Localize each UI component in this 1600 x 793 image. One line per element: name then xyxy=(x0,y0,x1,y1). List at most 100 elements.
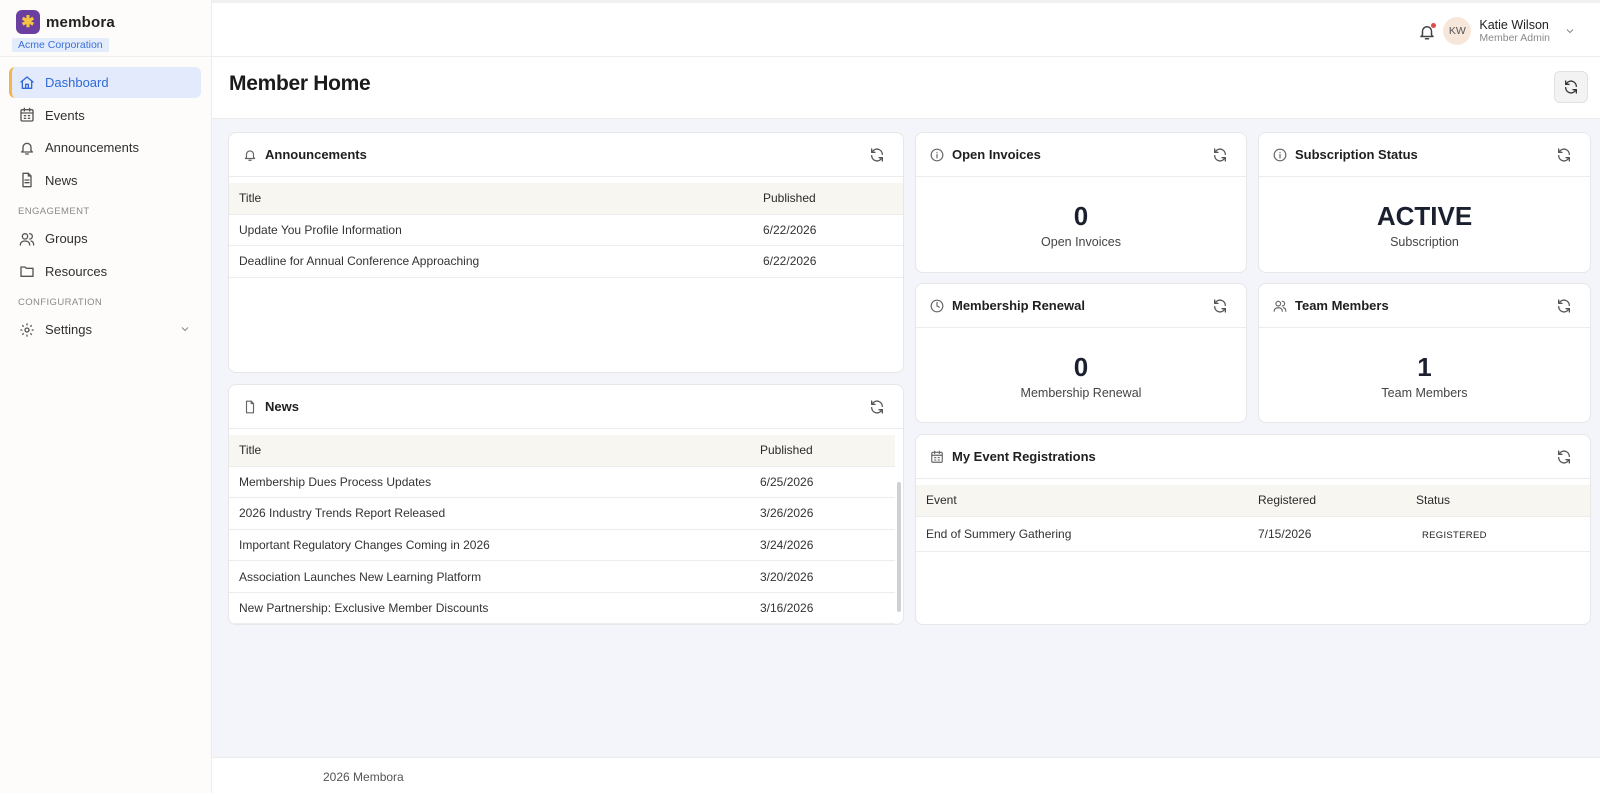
calendar-icon xyxy=(20,107,34,122)
table-row[interactable]: Update You Profile Information 6/22/2026 xyxy=(229,214,903,247)
sidebar-item-label: News xyxy=(45,172,78,188)
refresh-icon[interactable] xyxy=(1212,298,1228,314)
news-title[interactable]: Association Launches New Learning Platfo… xyxy=(229,560,750,593)
sidebar-item-resources[interactable]: Resources xyxy=(9,256,201,287)
card-header: My Event Registrations xyxy=(916,435,1590,479)
sidebar-item-events[interactable]: Events xyxy=(9,100,201,131)
user-menu[interactable]: KW Katie Wilson Member Admin xyxy=(1443,17,1576,45)
refresh-icon[interactable] xyxy=(1556,147,1572,163)
sidebar-item-settings[interactable]: Settings xyxy=(9,314,201,345)
column-header-event[interactable]: Event xyxy=(916,485,1248,517)
stat-label: Team Members xyxy=(1381,386,1468,400)
brand-logo-link[interactable]: ✱ membora xyxy=(12,10,199,34)
refresh-icon[interactable] xyxy=(869,147,885,163)
card-header: News xyxy=(229,385,903,429)
column-header-published[interactable]: Published xyxy=(750,435,895,467)
document-icon xyxy=(245,400,255,413)
event-name[interactable]: End of Summery Gathering xyxy=(916,516,1248,552)
card-title: Open Invoices xyxy=(952,147,1041,162)
announcement-title[interactable]: Deadline for Annual Conference Approachi… xyxy=(229,245,753,278)
news-table: Title Published Membership Dues Process … xyxy=(229,435,895,624)
table-row[interactable]: New Partnership: Exclusive Member Discou… xyxy=(229,592,895,624)
membership-renewal-card: Membership Renewal 0 Membership Renewal xyxy=(915,283,1247,423)
news-date: 3/26/2026 xyxy=(750,497,895,530)
column-header-title[interactable]: Title xyxy=(229,183,753,215)
calendar-icon xyxy=(931,450,943,463)
table-row[interactable]: Deadline for Annual Conference Approachi… xyxy=(229,245,903,278)
team-members-card: Team Members 1 Team Members xyxy=(1258,283,1591,423)
users-icon xyxy=(1273,300,1287,312)
refresh-all-button[interactable] xyxy=(1554,71,1588,103)
sidebar: ✱ membora Acme Corporation Dashboard Eve… xyxy=(0,0,212,793)
sidebar-item-dashboard[interactable]: Dashboard xyxy=(9,67,201,98)
column-header-title[interactable]: Title xyxy=(229,435,750,467)
news-title[interactable]: Important Regulatory Changes Coming in 2… xyxy=(229,529,750,562)
column-header-published[interactable]: Published xyxy=(753,183,903,215)
news-title[interactable]: New Partnership: Exclusive Member Discou… xyxy=(229,592,750,624)
sidebar-item-groups[interactable]: Groups xyxy=(9,223,201,254)
news-title[interactable]: Membership Dues Process Updates xyxy=(229,466,750,499)
stat-value: 0 xyxy=(1073,201,1089,231)
event-registrations-table: Event Registered Status End of Summery G… xyxy=(916,485,1590,552)
users-icon xyxy=(19,232,35,246)
refresh-icon[interactable] xyxy=(1556,298,1572,314)
card-title: Membership Renewal xyxy=(952,298,1085,313)
sidebar-item-label: Events xyxy=(45,107,85,123)
brand-name: membora xyxy=(46,13,115,31)
document-icon xyxy=(22,172,32,188)
folder-icon xyxy=(20,266,34,277)
column-header-status[interactable]: Status xyxy=(1406,485,1590,517)
announcement-date: 6/22/2026 xyxy=(753,245,903,278)
card-title: Announcements xyxy=(265,147,367,162)
bell-icon xyxy=(244,149,256,161)
news-date: 6/25/2026 xyxy=(750,466,895,499)
card-header: Membership Renewal xyxy=(916,284,1246,328)
announcement-title[interactable]: Update You Profile Information xyxy=(229,214,753,247)
table-row[interactable]: Membership Dues Process Updates 6/25/202… xyxy=(229,466,895,499)
card-header: Team Members xyxy=(1259,284,1590,328)
status-badge: REGISTERED xyxy=(1422,529,1487,541)
gear-icon xyxy=(20,322,34,337)
membora-logo-icon: ✱ xyxy=(16,10,40,34)
table-row[interactable]: Important Regulatory Changes Coming in 2… xyxy=(229,529,895,562)
card-title: My Event Registrations xyxy=(952,449,1096,464)
user-name: Katie Wilson xyxy=(1479,17,1549,32)
table-row[interactable]: Association Launches New Learning Platfo… xyxy=(229,560,895,593)
sidebar-item-label: Resources xyxy=(45,263,108,279)
card-title: Team Members xyxy=(1295,298,1389,313)
open-invoices-card: Open Invoices 0 Open Invoices xyxy=(915,132,1247,273)
card-header: Subscription Status xyxy=(1259,133,1590,177)
sidebar-item-label: Groups xyxy=(45,231,88,246)
news-card: News Title Published Membership Dues Pro… xyxy=(228,384,904,625)
sidebar-item-label: Settings xyxy=(45,322,92,337)
refresh-icon xyxy=(1565,80,1577,94)
card-title: Subscription Status xyxy=(1295,147,1418,162)
column-header-registered[interactable]: Registered xyxy=(1248,485,1406,517)
refresh-icon[interactable] xyxy=(1212,147,1228,163)
brand: ✱ membora Acme Corporation xyxy=(0,0,211,57)
user-role: Member Admin xyxy=(1479,31,1550,44)
table-row[interactable]: End of Summery Gathering 7/15/2026 REGIS… xyxy=(916,516,1590,552)
sidebar-item-news[interactable]: News xyxy=(9,165,201,196)
page-title: Member Home xyxy=(229,72,371,95)
stat-value: 1 xyxy=(1417,352,1432,382)
info-icon xyxy=(1273,148,1287,161)
subscription-status-card: Subscription Status ACTIVE Subscription xyxy=(1258,132,1591,273)
news-scrollbar[interactable] xyxy=(897,482,901,612)
avatar: KW xyxy=(1443,17,1472,45)
table-row[interactable]: 2026 Industry Trends Report Released 3/2… xyxy=(229,497,895,530)
footer: 2026 Membora xyxy=(212,757,1600,793)
sidebar-item-announcements[interactable]: Announcements xyxy=(9,132,201,163)
news-title[interactable]: 2026 Industry Trends Report Released xyxy=(229,497,750,530)
stat-label: Open Invoices xyxy=(1041,235,1121,249)
stat-label: Subscription xyxy=(1390,235,1459,249)
refresh-icon[interactable] xyxy=(869,399,885,415)
announcement-date: 6/22/2026 xyxy=(753,214,903,247)
stat-label: Membership Renewal xyxy=(1020,386,1142,400)
sidebar-nav: Dashboard Events Announcements News ENGA… xyxy=(0,57,211,345)
info-icon xyxy=(930,148,944,161)
home-icon xyxy=(20,75,34,89)
event-registered-date: 7/15/2026 xyxy=(1248,516,1406,552)
nav-section-engagement: ENGAGEMENT xyxy=(18,206,90,217)
refresh-icon[interactable] xyxy=(1556,449,1572,465)
